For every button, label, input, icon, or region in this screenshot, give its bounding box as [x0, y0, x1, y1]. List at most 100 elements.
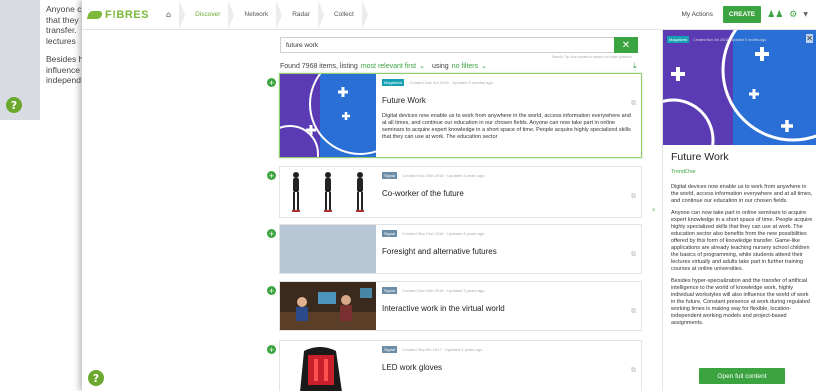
bg-line: that they [46, 14, 79, 25]
result-card[interactable]: Signal Created Nov 29th 2016 · Updated 3… [279, 166, 642, 218]
help-icon[interactable]: ? [6, 97, 22, 113]
add-to-collection-icon[interactable]: + [267, 345, 276, 354]
card-thumbnail [280, 341, 376, 391]
search-tip: Search Tip: Use quotes to search for exa… [552, 55, 632, 59]
result-card[interactable]: Signal Created Nov 15th 2016 · Updated 3… [279, 281, 642, 331]
card-body: Magalized Created Nov 3rd 2016 · Updated… [376, 74, 641, 157]
nav-home[interactable]: ⌂ [152, 0, 186, 30]
bg-line: Besides h [46, 54, 84, 64]
detail-paragraph: Besides hyper-specialization and the tra… [671, 278, 810, 326]
users-icon[interactable]: ♟♟ [767, 10, 783, 20]
card-tag: Signal [382, 230, 398, 237]
my-actions-link[interactable]: My Actions [681, 11, 712, 18]
detail-title: Future Work [671, 151, 729, 163]
card-description: Digital devices now enable us to work fr… [382, 113, 631, 140]
card-thumbnail [280, 167, 376, 217]
add-to-collection-icon[interactable]: + [267, 78, 276, 87]
card-meta: Created Nov 3rd 2016 · Updated 5 months … [409, 80, 493, 85]
card-thumbnail [280, 225, 376, 273]
detail-tag: Magalized [667, 36, 690, 43]
download-icon[interactable]: ⤓ [633, 61, 637, 71]
card-thumbnail [280, 282, 376, 330]
nav-collect[interactable]: Collect [324, 0, 368, 30]
card-body: Signal Created Sep 21st 2016 · Updated 4… [376, 225, 641, 273]
card-thumbnail [280, 74, 376, 157]
detail-image: Magalized Created Nov 3rd 2016 · Updated… [663, 30, 816, 145]
home-icon: ⌂ [166, 10, 172, 19]
bg-line: influence [46, 64, 81, 75]
card-meta: Created Sep 9th 2017 · Updated 4 years a… [402, 347, 483, 352]
chevron-right-icon[interactable]: › [652, 205, 655, 214]
card-title[interactable]: Co-worker of the future [382, 189, 635, 198]
card-title[interactable]: Interactive work in the virtual world [382, 304, 635, 313]
detail-paragraph: Digital devices now enable us to work fr… [671, 184, 813, 204]
detail-source-link[interactable]: TrendOne [671, 169, 696, 175]
bg-line: Anyone c [46, 4, 82, 14]
bg-line: lectures [46, 35, 76, 46]
result-card[interactable]: Signal Created Sep 21st 2016 · Updated 4… [279, 224, 642, 274]
future-work-image [663, 30, 816, 145]
card-meta: Created Sep 21st 2016 · Updated 4 years … [402, 231, 485, 236]
open-external-icon[interactable]: ⧉ [631, 366, 636, 375]
open-external-icon[interactable]: ⧉ [631, 250, 636, 259]
card-title[interactable]: Foresight and alternative futures [382, 247, 635, 256]
detail-panel: Magalized Created Nov 3rd 2016 · Updated… [662, 30, 816, 391]
open-full-content-button[interactable]: Open full content [699, 368, 785, 384]
chevron-down-icon[interactable]: ⌄ [481, 62, 487, 70]
background-text: Anyone c that they transfer. lectures Be… [46, 4, 86, 94]
card-tag: Signal [382, 287, 398, 294]
gear-icon[interactable]: ⚙ [789, 10, 797, 20]
bg-line: transfer. [46, 25, 77, 35]
search-input[interactable] [280, 37, 614, 53]
detail-description: Digital devices now enable us to work fr… [671, 184, 813, 332]
card-body: Signal Created Sep 9th 2017 · Updated 4 … [376, 341, 641, 391]
card-meta: Created Nov 15th 2016 · Updated 3 years … [402, 288, 485, 293]
nav-network[interactable]: Network [234, 0, 283, 30]
future-work-image [280, 74, 376, 157]
open-external-icon[interactable]: ⧉ [631, 307, 636, 316]
sort-dropdown[interactable]: most relevant first [361, 63, 416, 70]
nav-radar[interactable]: Radar [282, 0, 324, 30]
card-tag: Signal [382, 172, 398, 179]
results-summary: Found 7968 items, listing most relevant … [280, 61, 640, 71]
card-tag: Signal [382, 346, 398, 353]
create-button[interactable]: CREATE [722, 6, 762, 23]
card-title[interactable]: LED work gloves [382, 363, 635, 372]
card-body: Signal Created Nov 29th 2016 · Updated 3… [376, 167, 641, 217]
result-card[interactable]: Magalized Created Nov 3rd 2016 · Updated… [279, 73, 642, 158]
card-body: Signal Created Nov 15th 2016 · Updated 3… [376, 282, 641, 330]
led-gloves-image [280, 341, 376, 391]
card-meta: Created Nov 29th 2016 · Updated 3 years … [402, 173, 485, 178]
logo[interactable]: F!BRES [88, 9, 152, 21]
detail-meta-text: Created Nov 3rd 2016 · Updated 5 months … [693, 38, 767, 42]
top-navigation: F!BRES ⌂ Discover Network Radar Collect … [82, 0, 816, 30]
card-tag: Magalized [382, 79, 405, 86]
open-external-icon[interactable]: ⧉ [631, 192, 636, 201]
open-external-icon[interactable]: ⧉ [631, 99, 636, 108]
result-card[interactable]: Signal Created Sep 9th 2017 · Updated 4 … [279, 340, 642, 391]
search-bar: ✕ [280, 37, 638, 53]
add-to-collection-icon[interactable]: + [267, 229, 276, 238]
coworker-image [280, 167, 376, 217]
add-to-collection-icon[interactable]: + [267, 171, 276, 180]
nav-discover[interactable]: Discover [185, 0, 235, 30]
card-title[interactable]: Future Work [382, 96, 635, 105]
bg-line: independ [46, 75, 81, 85]
logo-mark-icon [88, 9, 102, 21]
nav-right: My Actions CREATE ♟♟ ⚙ ▼ [681, 6, 808, 23]
chevron-down-icon[interactable]: ▼ [803, 11, 808, 18]
using-label: using [431, 62, 449, 70]
clear-search-icon[interactable]: ✕ [614, 37, 638, 53]
virtual-world-image [280, 282, 376, 330]
add-to-collection-icon[interactable]: + [267, 286, 276, 295]
chevron-down-icon[interactable]: ⌄ [419, 62, 425, 70]
detail-meta: Magalized Created Nov 3rd 2016 · Updated… [667, 36, 766, 43]
detail-paragraph: Anyone can now take part in online semin… [671, 210, 813, 272]
close-icon[interactable]: ✕ [806, 34, 813, 43]
results-count: Found 7968 items, listing [280, 62, 358, 70]
filter-dropdown[interactable]: no filters [452, 63, 478, 70]
logo-text: F!BRES [105, 8, 149, 21]
app-window: F!BRES ⌂ Discover Network Radar Collect … [82, 0, 816, 391]
help-icon[interactable]: ? [88, 370, 104, 386]
background-page: Anyone c that they transfer. lectures Be… [0, 0, 83, 391]
